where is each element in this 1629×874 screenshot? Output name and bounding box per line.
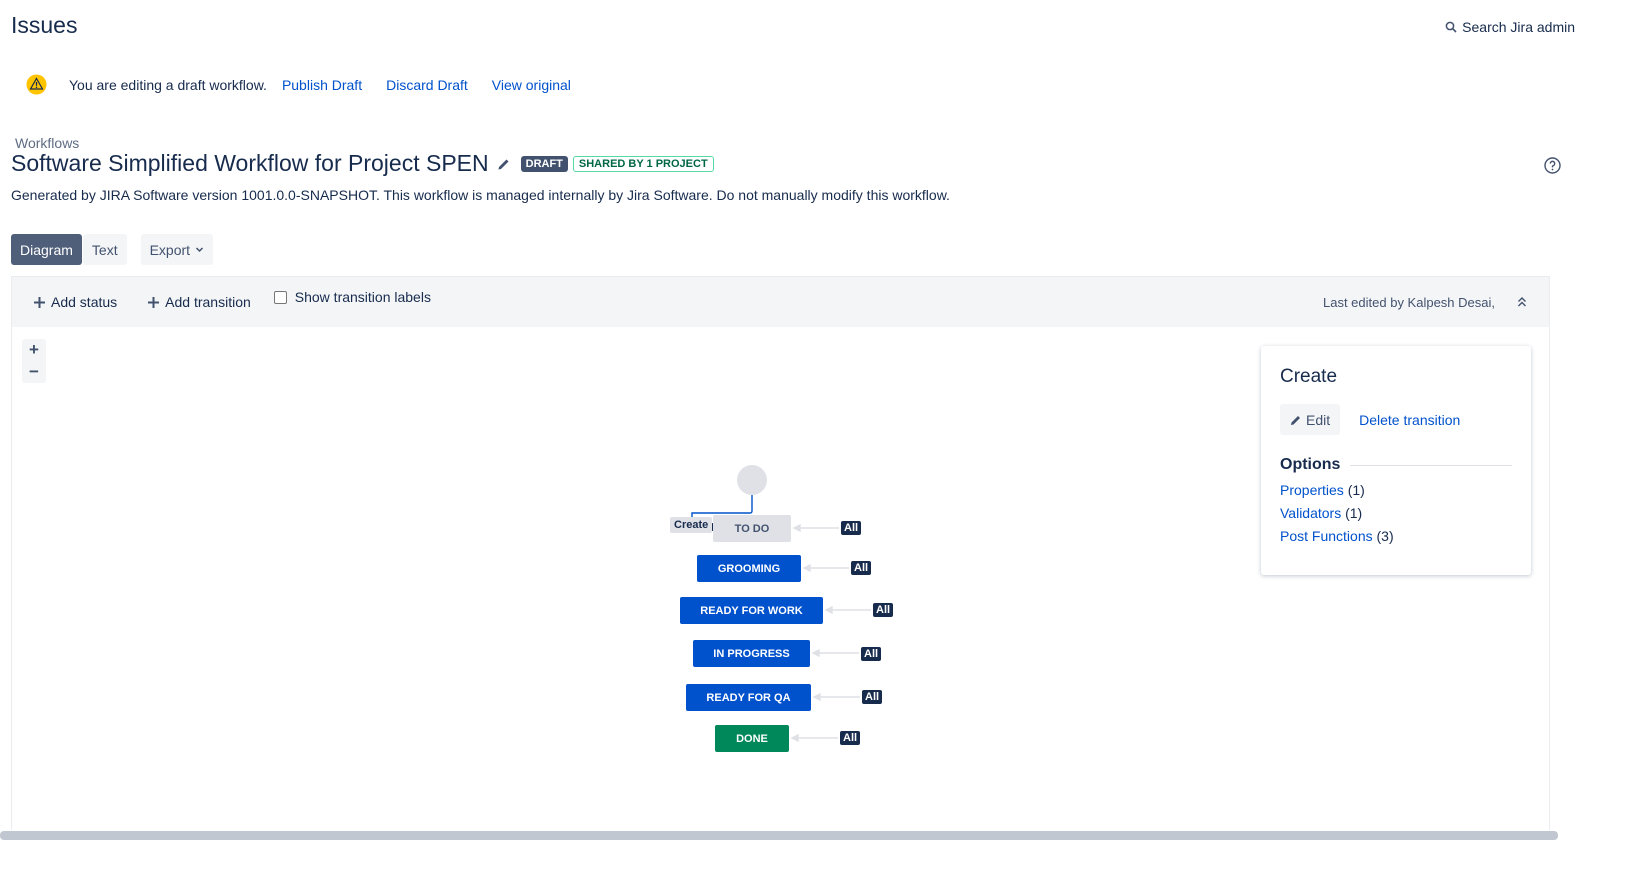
arrow-head-icon	[792, 523, 801, 533]
page-title: Issues	[11, 12, 78, 38]
view-original-link[interactable]: View original	[492, 77, 571, 93]
breadcrumb[interactable]: Workflows	[15, 135, 79, 151]
add-status-label: Add status	[51, 294, 118, 310]
panel-title: Create	[1280, 366, 1338, 387]
show-transition-labels-toggle[interactable]: Show transition labels	[273, 289, 431, 305]
all-transition-badge[interactable]: All	[840, 731, 861, 745]
start-node	[737, 465, 767, 495]
status-in-progress[interactable]: IN PROGRESS	[693, 640, 810, 667]
view-tabs: Diagram Text Export	[11, 234, 214, 265]
post-functions-count: (3)	[1376, 528, 1394, 544]
warning-icon	[26, 74, 47, 95]
pencil-icon	[1291, 415, 1300, 425]
show-labels-checkbox[interactable]	[273, 290, 287, 304]
option-post-functions: Post Functions (3)	[1280, 528, 1512, 544]
options-title: Options	[1280, 456, 1341, 473]
chevron-down-icon	[196, 247, 204, 253]
option-properties: Properties (1)	[1280, 482, 1512, 498]
post-functions-link[interactable]: Post Functions	[1280, 528, 1373, 544]
panel-actions: Edit Delete transition	[1280, 404, 1512, 435]
horizontal-scrollbar[interactable]	[0, 831, 1558, 840]
pencil-icon[interactable]	[497, 157, 511, 171]
status-ready-for-qa[interactable]: READY FOR QA	[686, 684, 811, 711]
arrow-head-icon	[824, 605, 833, 615]
all-transition-badge[interactable]: All	[862, 690, 883, 704]
transition-details-panel: Create Edit Delete transition Options Pr…	[1261, 346, 1531, 575]
options-divider	[1350, 464, 1512, 466]
delete-transition-link[interactable]: Delete transition	[1359, 412, 1460, 428]
arrow-head-icon	[812, 692, 821, 702]
last-edited-text: Last edited by Kalpesh Desai,	[1323, 294, 1495, 310]
collapse-up-icon[interactable]	[1517, 296, 1527, 308]
edit-label: Edit	[1306, 411, 1331, 428]
export-label: Export	[149, 241, 191, 258]
discard-draft-link[interactable]: Discard Draft	[386, 77, 468, 93]
tab-diagram[interactable]: Diagram	[11, 234, 82, 265]
draft-badge: DRAFT	[520, 155, 568, 172]
banner-message: You are editing a draft workflow.	[69, 76, 267, 93]
validators-count: (1)	[1345, 505, 1363, 521]
arrow-head-icon	[811, 648, 820, 658]
workflow-title-row: Software Simplified Workflow for Project…	[11, 150, 714, 177]
add-transition-label: Add transition	[165, 294, 251, 310]
draft-banner: You are editing a draft workflow. Publis…	[26, 74, 595, 95]
all-transition-badge[interactable]: All	[841, 521, 862, 535]
status-done[interactable]: DONE	[715, 725, 789, 752]
publish-draft-link[interactable]: Publish Draft	[282, 77, 362, 93]
status-to-do[interactable]: TO DO	[713, 515, 791, 542]
create-transition-label[interactable]: Create	[670, 517, 713, 533]
search-admin-link[interactable]: Search Jira admin	[1445, 19, 1575, 35]
search-icon	[1445, 21, 1457, 33]
export-button[interactable]: Export	[140, 234, 214, 265]
help-icon[interactable]	[1544, 157, 1561, 174]
add-transition-button[interactable]: Add transition	[148, 294, 251, 310]
options-heading: Options	[1280, 456, 1512, 474]
workflow-description: Generated by JIRA Software version 1001.…	[11, 187, 950, 203]
edit-transition-button[interactable]: Edit	[1280, 404, 1341, 435]
add-status-button[interactable]: Add status	[34, 294, 117, 310]
all-transition-badge[interactable]: All	[861, 647, 882, 661]
tab-text[interactable]: Text	[82, 234, 127, 265]
properties-link[interactable]: Properties	[1280, 482, 1344, 498]
diagram-toolbar: Add status Add transition Show transitio…	[11, 276, 1550, 327]
arrow-head-icon	[802, 563, 811, 573]
status-ready-for-work[interactable]: READY FOR WORK	[680, 597, 823, 624]
plus-icon	[148, 296, 160, 308]
show-labels-label: Show transition labels	[294, 289, 431, 305]
properties-count: (1)	[1347, 482, 1365, 498]
search-admin-label: Search Jira admin	[1462, 19, 1575, 35]
option-validators: Validators (1)	[1280, 505, 1512, 521]
arrow-head-icon	[790, 733, 799, 743]
status-grooming[interactable]: GROOMING	[697, 555, 801, 582]
plus-icon	[34, 296, 45, 308]
workflow-title: Software Simplified Workflow for Project…	[11, 150, 489, 176]
shared-badge[interactable]: SHARED BY 1 PROJECT	[572, 155, 714, 172]
validators-link[interactable]: Validators	[1280, 505, 1341, 521]
all-transition-badge[interactable]: All	[851, 561, 872, 575]
all-transition-badge[interactable]: All	[873, 603, 894, 617]
